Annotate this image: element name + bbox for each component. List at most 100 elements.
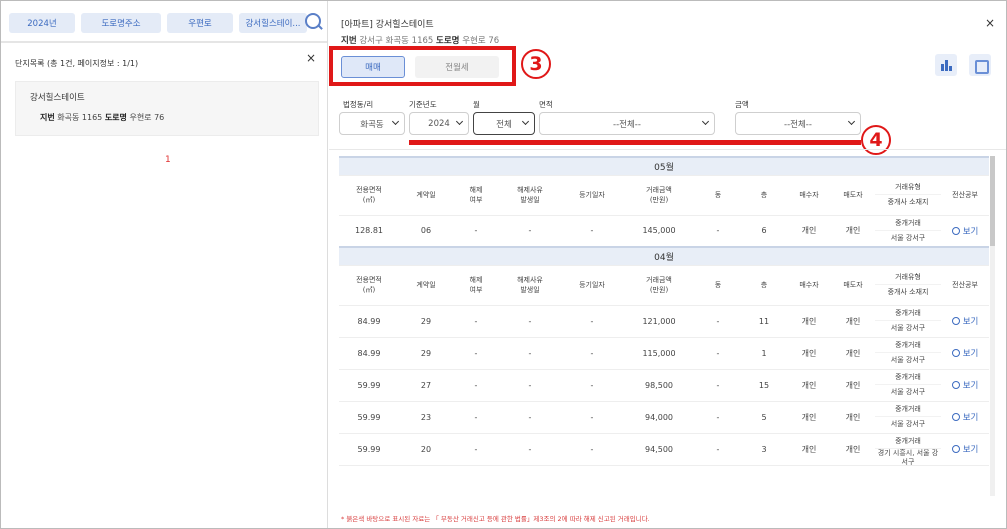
column-header: 해제사유 발생일 [499,175,561,216]
detail-panel: [아파트] 강서힐스테이트 지번 강서구 화곡동 1165 도로명 우현로 76… [329,1,1006,528]
table-cell: 94,000 [623,401,695,434]
table-cell: - [499,215,561,248]
view-cell: 보기 [941,369,990,402]
road-label: 도로명 [436,36,460,46]
chip-address-type[interactable]: 도로명주소 [81,13,161,33]
search-icon[interactable] [305,13,321,29]
table-cell: - [561,369,623,402]
filter-label-dong: 법정동/리 [343,100,374,109]
chevron-down-icon [521,117,530,126]
road-value: 우현로 76 [129,113,165,122]
table-cell: 84.99 [339,337,399,370]
complex-card[interactable]: 강서힐스테이트 지번 화곡동 1165 도로명 우현로 76 [15,81,319,136]
detail-address: 지번 강서구 화곡동 1165 도로명 우현로 76 [341,34,499,46]
transaction-table: 05월 전용면적 (㎡) 계약일 해제 여부 해제사유 발생일 등기일자 거래금액 (만원) 동 층 매수… [339,156,990,466]
view-label: 보기 [962,226,979,237]
column-header: 거래유형 중개사 소재지 [875,265,941,306]
table-cell: 개인 [831,305,875,338]
table-cell: 06 [399,215,453,248]
table-cell: 128.81 [339,215,399,248]
jibun-label: 지번 [341,36,357,46]
trade-type: 중개거래 [875,434,941,449]
chip-complex[interactable]: 강서힐스테이... [239,13,307,33]
table-cell: 5 [741,401,787,434]
table-cell: - [499,369,561,402]
table-row: 59.99 23- - -94,000-5 개인 개인 중개거래 서울 강서구 보기 [339,401,990,434]
view-button[interactable]: 보기 [951,347,979,359]
view-button[interactable]: 보기 [951,315,979,327]
select-dong[interactable]: 화곡동 [339,112,405,135]
table-cell: 개인 [787,401,831,434]
chevron-down-icon [701,117,710,126]
filter-label-price: 금액 [735,100,749,109]
chip-road[interactable]: 우편로 [167,13,233,33]
view-label: 보기 [962,349,979,359]
table-cell: 3 [741,433,787,466]
table-row: 59.99 27- - -98,500-15 개인 개인 중개거래 서울 강서구 보기 [339,369,990,402]
trade-type: 중개거래 [875,216,941,231]
column-header: 전용면적 (㎡) [339,265,399,306]
view-button[interactable]: 보기 [951,411,978,423]
column-header: 해제사유 발생일 [499,265,561,306]
view-label: 보기 [962,445,979,455]
trade-type: 중개거래 [875,370,941,385]
column-header-part: 중개사 소재지 [887,288,929,296]
view-button[interactable]: 보기 [951,225,979,237]
close-icon[interactable]: × [985,16,995,30]
complex-address: 지번 화곡동 1165 도로명 우현로 76 [40,112,164,123]
annotation-badge-4: 4 [861,125,891,155]
table-cell: - [561,215,623,248]
column-header: 층 [741,265,787,306]
zoom-icon [951,413,960,421]
table-cell: 98,500 [623,369,695,402]
broker-location: 서울 강서구 [890,356,926,364]
view-label: 보기 [962,317,979,327]
view-cell: 보기 [941,215,990,248]
zoom-icon [951,381,960,389]
view-button[interactable]: 보기 [951,379,978,391]
table-cell: 개인 [831,401,875,434]
chart-icon[interactable] [935,54,957,76]
table-cell: 20 [399,433,453,466]
table-cell: - [695,305,741,338]
close-icon[interactable]: × [306,51,316,65]
select-month[interactable]: 전체 [473,112,535,135]
zoom-icon [951,226,960,235]
filter-label-area: 면적 [539,100,553,109]
column-header: 거래금액 (만원) [623,265,695,306]
filter-chip-bar: 2024년 도로명주소 우편로 강서힐스테이... [9,13,307,33]
trade-type-cell: 중개거래 서울 강서구 [875,215,941,248]
tab-sale[interactable]: 매매 [341,56,405,78]
zoom-icon [951,445,960,453]
scrollbar-thumb[interactable] [990,156,995,246]
trade-type-cell: 중개거래서울 강서구 [875,369,941,402]
table-cell: - [499,305,561,338]
trade-type-cell: 중개거래 경기 시흥시, 서울 강서구 [875,433,941,466]
table-cell: - [561,337,623,370]
view-cell: 보기 [941,401,990,434]
tab-rent[interactable]: 전월세 [415,56,499,78]
month-label: 05월 [339,156,990,176]
broker-location: 서울 강서구 [890,388,926,396]
jibun-value: 강서구 화곡동 1165 [359,36,434,46]
footnote: * 붉은색 바탕으로 표시된 자료는 「 부동산 거래신고 등에 관한 법률」제… [341,515,650,523]
select-price[interactable]: --전체-- [735,112,861,135]
left-panel: 2024년 도로명주소 우편로 강서힐스테이... 단지목록 (총 1건, 페이… [1,1,328,528]
table-cell: - [453,401,499,434]
table-cell: 6 [741,215,787,248]
zoom-icon [951,349,960,357]
table-cell: - [561,401,623,434]
pagination-page-1[interactable]: 1 [165,155,171,165]
table-header-row: 전용면적 (㎡) 계약일 해제 여부 해제사유 발생일 등기일자 거래금액 (만원) 동 층 매수자 매도… [339,175,990,216]
table-cell: - [695,215,741,248]
chip-year[interactable]: 2024년 [9,13,75,33]
view-button[interactable]: 보기 [951,443,979,455]
table-cell: 23 [399,401,453,434]
table-cell: 59.99 [339,401,399,434]
print-icon[interactable] [969,54,991,76]
select-area[interactable]: --전체-- [539,112,715,135]
select-year[interactable]: 2024 [409,112,469,135]
table-cell: 84.99 [339,305,399,338]
table-row: 59.99 20- - -94,500-3 개인 개인 중개거래 경기 시흥시, 서울 강서구… [339,433,990,466]
table-cell: - [499,337,561,370]
